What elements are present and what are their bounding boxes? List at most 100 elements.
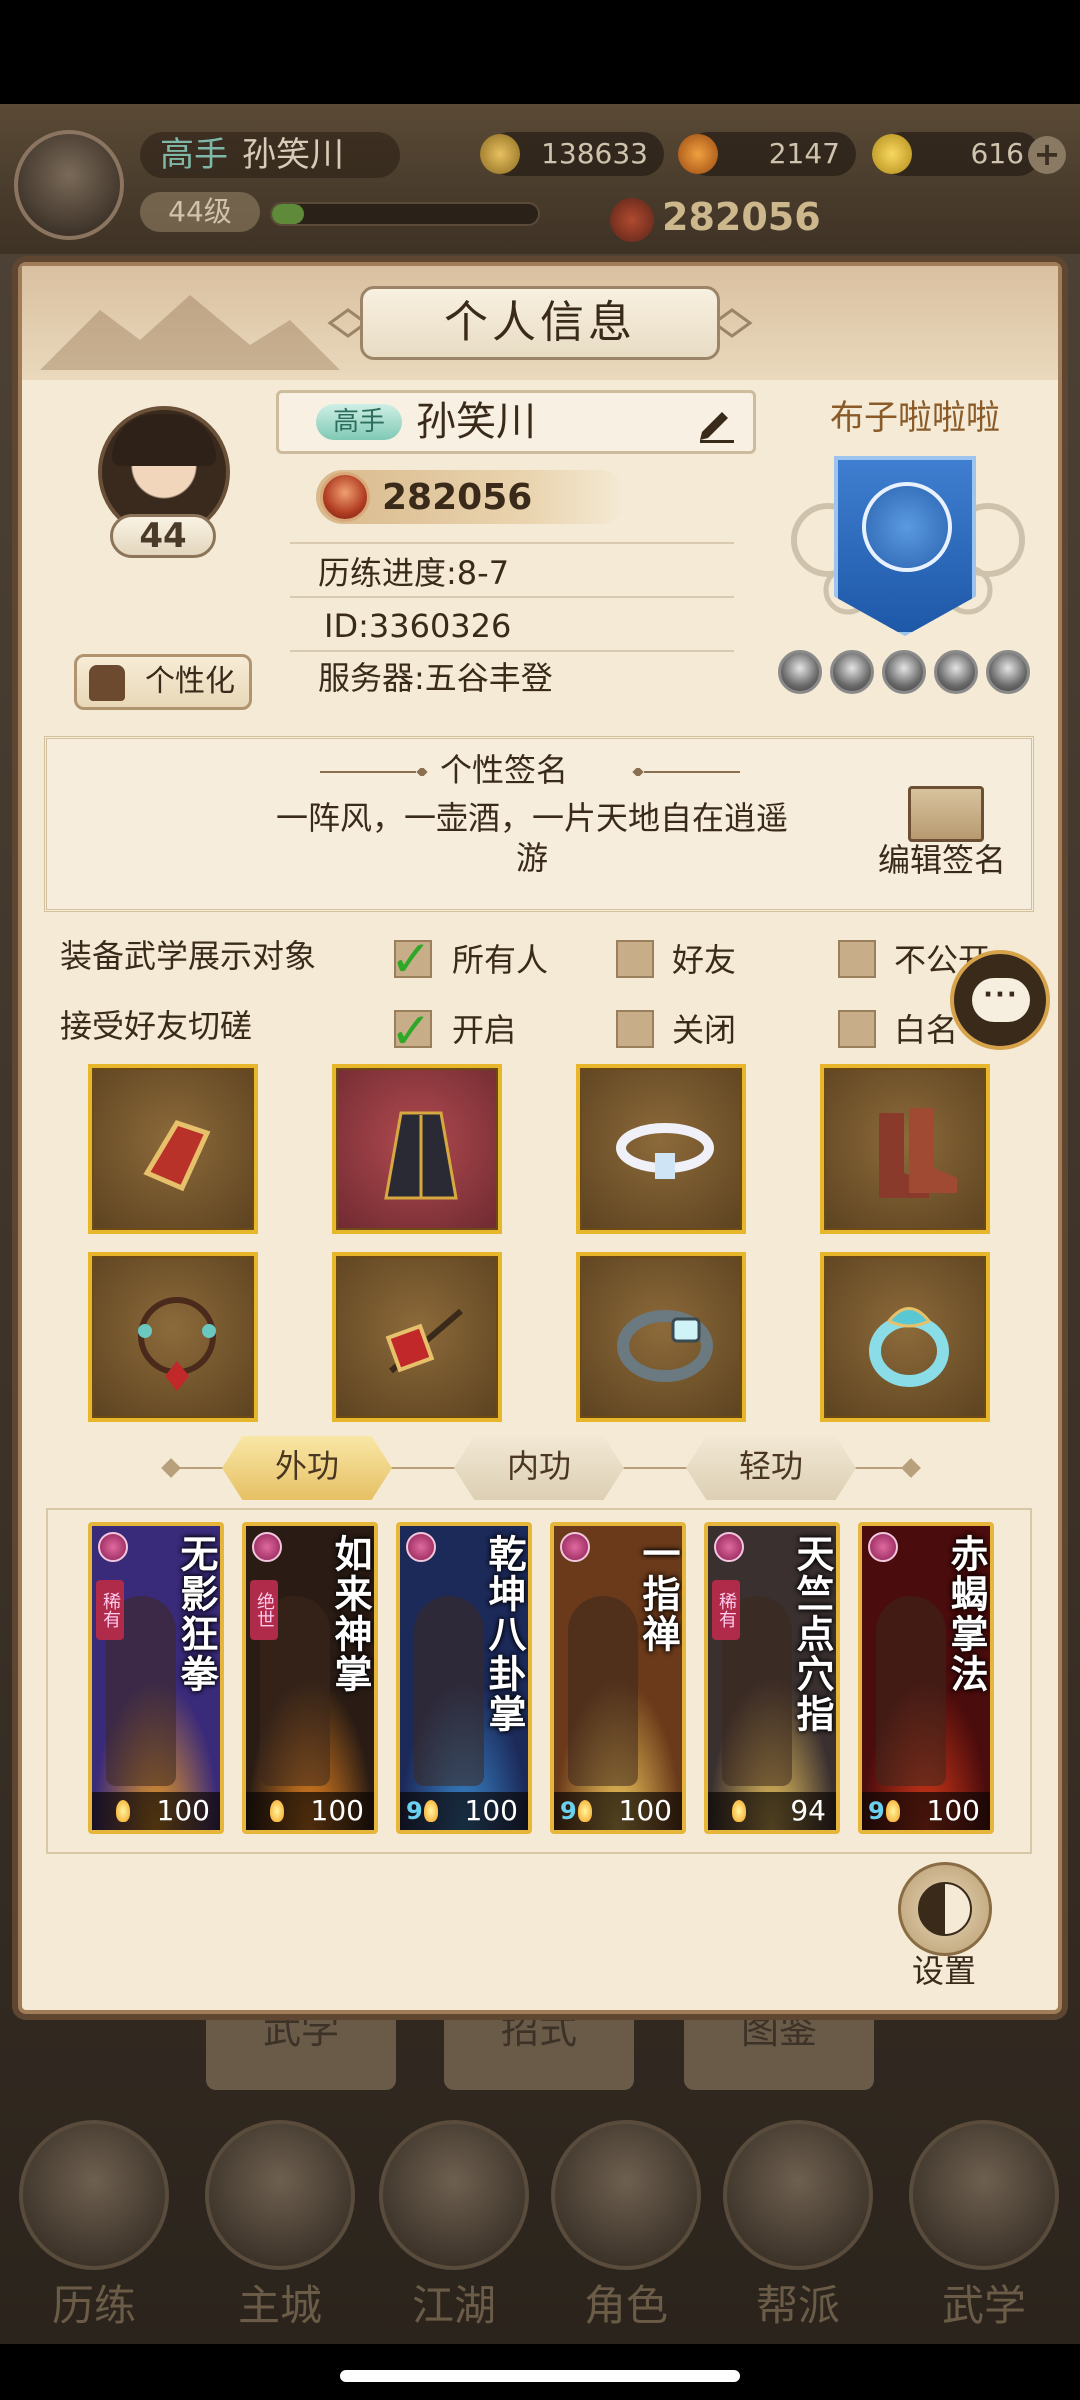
tab-qinggong[interactable]: 轻功	[686, 1436, 856, 1500]
spar-on-label: 开启	[452, 1011, 517, 1049]
skill-card[interactable]: 乾坤八卦掌 9 100	[396, 1522, 532, 1834]
hud-power-value: 282056	[662, 195, 821, 239]
guild-badge-icon	[778, 650, 822, 694]
edit-name-icon[interactable]	[696, 402, 738, 444]
hud-power: 282056	[610, 195, 821, 242]
nav-juese-icon	[551, 2120, 701, 2270]
add-currency-button[interactable]: +	[1028, 136, 1066, 174]
spar-off-label: 关闭	[672, 1011, 737, 1049]
skill-level: 100	[310, 1794, 364, 1827]
gem-icon	[868, 1532, 898, 1562]
flame-icon	[116, 1800, 130, 1822]
hud-avatar[interactable]	[14, 130, 124, 240]
rarity-tag: 稀有	[712, 1580, 740, 1640]
gem-icon	[252, 1532, 282, 1562]
skill-level: 100	[618, 1794, 672, 1827]
power-icon	[610, 197, 654, 242]
skill-card[interactable]: 绝世 如来神掌 100	[242, 1522, 378, 1834]
check-icon: ✓	[390, 930, 432, 988]
tier-badge: 9	[868, 1797, 885, 1825]
skill-name: 无影狂拳	[174, 1534, 218, 1694]
hud-player-name: 孙笑川	[242, 135, 344, 175]
player-id: ID:3360326	[324, 607, 512, 645]
skill-card[interactable]: 一指禅 9 100	[550, 1522, 686, 1834]
equip-slot-bracer[interactable]	[88, 1064, 258, 1234]
hud-exp-bar	[270, 202, 540, 226]
signature-text: 一阵风，一壶酒，一片天地自在逍遥游	[275, 799, 788, 877]
guild-badge-icon	[830, 650, 874, 694]
nav-juese-label: 角色	[583, 2281, 668, 2330]
home-indicator[interactable]	[340, 2370, 740, 2382]
flame-icon	[732, 1800, 746, 1822]
equip-slot-hairpin[interactable]	[332, 1252, 502, 1422]
chat-button[interactable]: ···	[950, 950, 1050, 1050]
bead-bracelet-icon	[138, 1297, 216, 1391]
settings-button[interactable]	[898, 1862, 992, 1956]
panel-title: 个人信息	[360, 286, 720, 360]
nav-lilian-label: 历练	[51, 2281, 136, 2330]
flame-icon	[270, 1800, 284, 1822]
dragon-emblem-icon	[862, 482, 952, 572]
nav-wuxue-label: 武学	[941, 2281, 1026, 2330]
skill-name: 一指禅	[636, 1534, 680, 1654]
chat-icon: ···	[972, 978, 1030, 1022]
nav-bangpai-icon	[723, 2120, 873, 2270]
skill-level: 100	[464, 1794, 518, 1827]
tab-waigong[interactable]: 外功	[222, 1436, 392, 1500]
spar-whitelist-checkbox[interactable]	[838, 1010, 876, 1048]
hud-gold-value: 616	[970, 137, 1024, 170]
nav-lilian-icon	[19, 2120, 169, 2270]
hud-level: 44级	[140, 192, 260, 232]
mountain-decoration	[40, 295, 340, 370]
rarity-tag: 绝世	[250, 1580, 278, 1640]
hud-exp-fill	[272, 204, 304, 224]
gold-icon	[872, 134, 912, 174]
display-friends-checkbox[interactable]	[616, 940, 654, 978]
hud-name-plate: 高手 孙笑川	[140, 132, 400, 178]
scroll-icon[interactable]	[908, 786, 984, 842]
equip-slot-boots[interactable]	[820, 1064, 990, 1234]
display-private-checkbox[interactable]	[838, 940, 876, 978]
tab-neigong[interactable]: 内功	[454, 1436, 624, 1500]
equip-slot-beads[interactable]	[88, 1252, 258, 1422]
hud-copper: 138633	[480, 132, 664, 176]
gem-icon	[406, 1532, 436, 1562]
nav-juese[interactable]: 角色	[546, 2120, 706, 2340]
rarity-tag: 稀有	[96, 1580, 124, 1640]
skill-card[interactable]: 赤蝎掌法 9 100	[858, 1522, 994, 1834]
equip-slot-bracelet[interactable]	[576, 1252, 746, 1422]
spar-off-checkbox[interactable]	[616, 1010, 654, 1048]
edit-signature-button[interactable]: 编辑签名	[878, 840, 1006, 880]
personalize-button[interactable]: 个性化	[74, 654, 252, 710]
settings-label: 设置	[912, 1952, 977, 1990]
nav-wuxue[interactable]: 武学	[904, 2120, 1064, 2340]
hud-ingot-value: 2147	[768, 137, 840, 170]
skill-name: 天竺点穴指	[790, 1534, 834, 1734]
tier-badge: 9	[406, 1797, 423, 1825]
equip-slot-ring[interactable]	[820, 1252, 990, 1422]
nav-lilian[interactable]: 历练	[14, 2120, 174, 2340]
signature-right-ornament	[632, 768, 740, 776]
rank-tag: 高手	[316, 404, 402, 440]
player-name: 孙笑川	[416, 399, 536, 445]
outfit-icon	[89, 665, 125, 701]
player-power: 282056	[382, 477, 533, 518]
robe-icon	[384, 1111, 458, 1200]
signature-left-ornament	[320, 768, 428, 776]
hud-rank-tag: 高手	[160, 135, 228, 175]
display-all-label: 所有人	[452, 941, 549, 979]
skill-card[interactable]: 稀有 无影狂拳 100	[88, 1522, 224, 1834]
nav-zhucheng[interactable]: 主城	[200, 2120, 360, 2340]
skill-card[interactable]: 稀有 天竺点穴指 94	[704, 1522, 840, 1834]
skill-level: 100	[926, 1794, 980, 1827]
character-figure	[876, 1596, 946, 1786]
nav-bangpai-label: 帮派	[755, 2281, 840, 2330]
personalize-label: 个性化	[145, 664, 235, 699]
equip-slot-belt[interactable]	[576, 1064, 746, 1234]
equip-slot-robe[interactable]	[332, 1064, 502, 1234]
nav-jianghu-label: 江湖	[411, 2281, 496, 2330]
guild-badge-icon	[882, 650, 926, 694]
nav-jianghu[interactable]: 江湖	[374, 2120, 534, 2340]
nav-bangpai[interactable]: 帮派	[718, 2120, 878, 2340]
yin-yang-icon	[918, 1882, 972, 1936]
